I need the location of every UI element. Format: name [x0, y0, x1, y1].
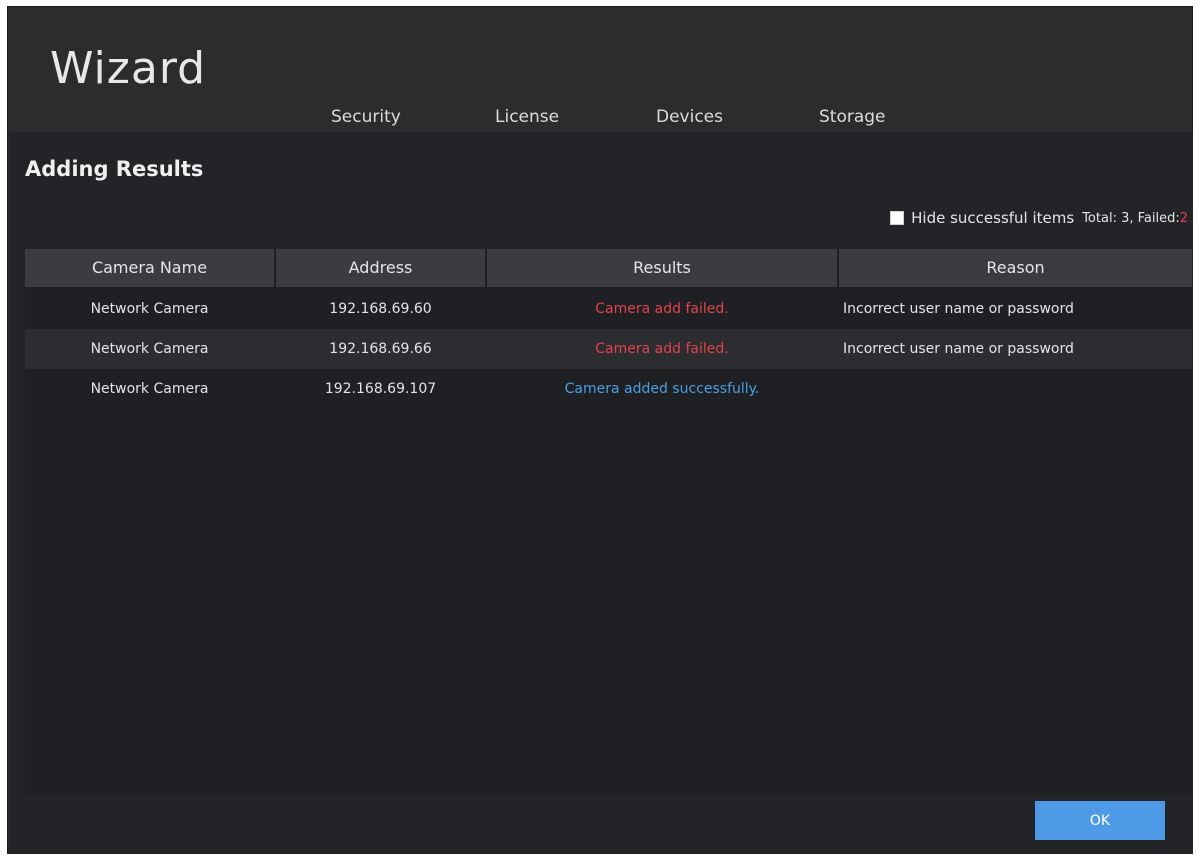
- cell-address: 192.168.69.107: [324, 381, 437, 397]
- results-table: Camera Name Address Results Reason Netwo…: [25, 249, 1192, 794]
- cell-reason: Incorrect user name or password: [843, 341, 1074, 357]
- totals-summary: Total: 3, Failed:2: [1082, 211, 1188, 226]
- cell-address: 192.168.69.66: [329, 341, 432, 357]
- column-header-reason[interactable]: Reason: [839, 249, 1192, 287]
- table-row[interactable]: Network Camera 192.168.69.107 Camera add…: [25, 369, 1192, 409]
- cell-camera-name: Network Camera: [90, 341, 209, 357]
- hide-successful-label[interactable]: Hide successful items: [911, 209, 1074, 227]
- cell-result: Camera add failed.: [595, 341, 729, 357]
- section-title: Adding Results: [25, 157, 204, 181]
- step-license[interactable]: License: [495, 107, 559, 127]
- table-row[interactable]: Network Camera 192.168.69.60 Camera add …: [25, 289, 1192, 329]
- column-header-address[interactable]: Address: [276, 249, 485, 287]
- step-devices[interactable]: Devices: [656, 107, 723, 127]
- table-header: Camera Name Address Results Reason: [25, 249, 1192, 289]
- cell-address: 192.168.69.60: [329, 301, 432, 317]
- step-storage[interactable]: Storage: [819, 107, 886, 127]
- hide-successful-row: Hide successful items Total: 3, Failed:2: [890, 208, 1188, 228]
- cell-result: Camera added successfully.: [564, 381, 760, 397]
- column-header-camera-name[interactable]: Camera Name: [25, 249, 274, 287]
- cell-reason: Incorrect user name or password: [843, 301, 1074, 317]
- totals-text: Total: 3, Failed:: [1082, 210, 1180, 226]
- column-header-results[interactable]: Results: [487, 249, 837, 287]
- wizard-steps: Security License Devices Storage: [8, 103, 1192, 135]
- table-row[interactable]: Network Camera 192.168.69.66 Camera add …: [25, 329, 1192, 369]
- cell-camera-name: Network Camera: [90, 301, 209, 317]
- hide-successful-checkbox[interactable]: [890, 211, 905, 225]
- wizard-title: Wizard: [50, 43, 207, 94]
- cell-camera-name: Network Camera: [90, 381, 209, 397]
- ok-button[interactable]: OK: [1035, 801, 1165, 840]
- cell-reason: [843, 369, 1188, 409]
- wizard-window: Wizard Security License Devices Storage …: [7, 6, 1193, 854]
- cell-result: Camera add failed.: [595, 301, 729, 317]
- step-security[interactable]: Security: [331, 107, 401, 127]
- failed-count: 2: [1179, 210, 1188, 226]
